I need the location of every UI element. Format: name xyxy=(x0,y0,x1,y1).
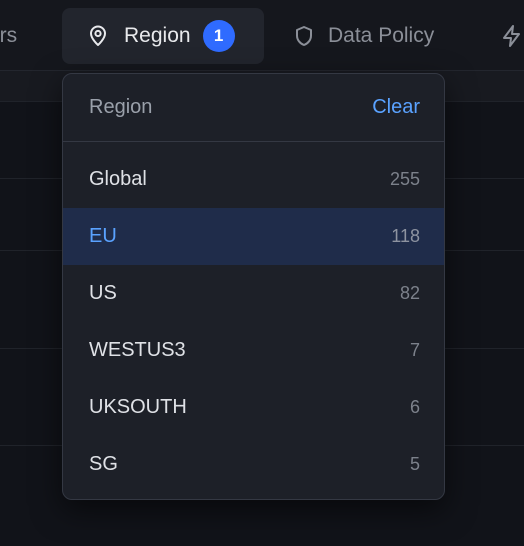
filter-tab-data-policy[interactable]: Data Policy xyxy=(292,8,434,64)
region-option-us[interactable]: US 82 xyxy=(63,265,444,322)
region-dropdown: Region Clear Global 255 EU 118 US 82 WES… xyxy=(62,73,445,500)
option-label: EU xyxy=(89,225,117,247)
region-option-uksouth[interactable]: UKSOUTH 6 xyxy=(63,379,444,436)
shield-icon xyxy=(292,24,316,48)
region-option-sg[interactable]: SG 5 xyxy=(63,436,444,493)
active-filter-count-badge: 1 xyxy=(202,20,235,52)
page: ers Region 1 Data Policy xyxy=(0,0,524,546)
option-count: 118 xyxy=(391,226,420,246)
option-label: Global xyxy=(89,168,147,190)
location-pin-icon xyxy=(86,24,110,48)
region-option-westus3[interactable]: WESTUS3 7 xyxy=(63,322,444,379)
region-option-eu[interactable]: EU 118 xyxy=(63,208,444,265)
region-options-list: Global 255 EU 118 US 82 WESTUS3 7 UKSOUT… xyxy=(63,151,444,493)
lightning-bolt-icon xyxy=(500,24,524,48)
region-option-global[interactable]: Global 255 xyxy=(63,151,444,208)
option-label: UKSOUTH xyxy=(89,396,187,418)
clear-button[interactable]: Clear xyxy=(372,96,420,119)
dropdown-title: Region xyxy=(89,96,153,118)
option-count: 255 xyxy=(389,169,420,189)
option-count: 5 xyxy=(409,454,420,474)
filter-tab-performance[interactable] xyxy=(500,8,524,64)
option-label: SG xyxy=(89,453,118,475)
option-label: WESTUS3 xyxy=(89,339,186,361)
dropdown-header: Region Clear xyxy=(63,74,444,142)
filter-tab-partial[interactable]: ers xyxy=(0,8,17,64)
option-count: 6 xyxy=(409,397,420,417)
filter-tab-region[interactable]: Region 1 xyxy=(62,8,264,64)
filter-bar: ers Region 1 Data Policy xyxy=(0,0,524,71)
option-count: 7 xyxy=(409,340,420,360)
filter-tab-label: Data Policy xyxy=(328,24,435,47)
filter-tab-label: Region xyxy=(124,24,191,47)
option-label: US xyxy=(89,282,117,304)
option-count: 82 xyxy=(399,283,420,303)
filter-tab-label: ers xyxy=(0,24,18,47)
